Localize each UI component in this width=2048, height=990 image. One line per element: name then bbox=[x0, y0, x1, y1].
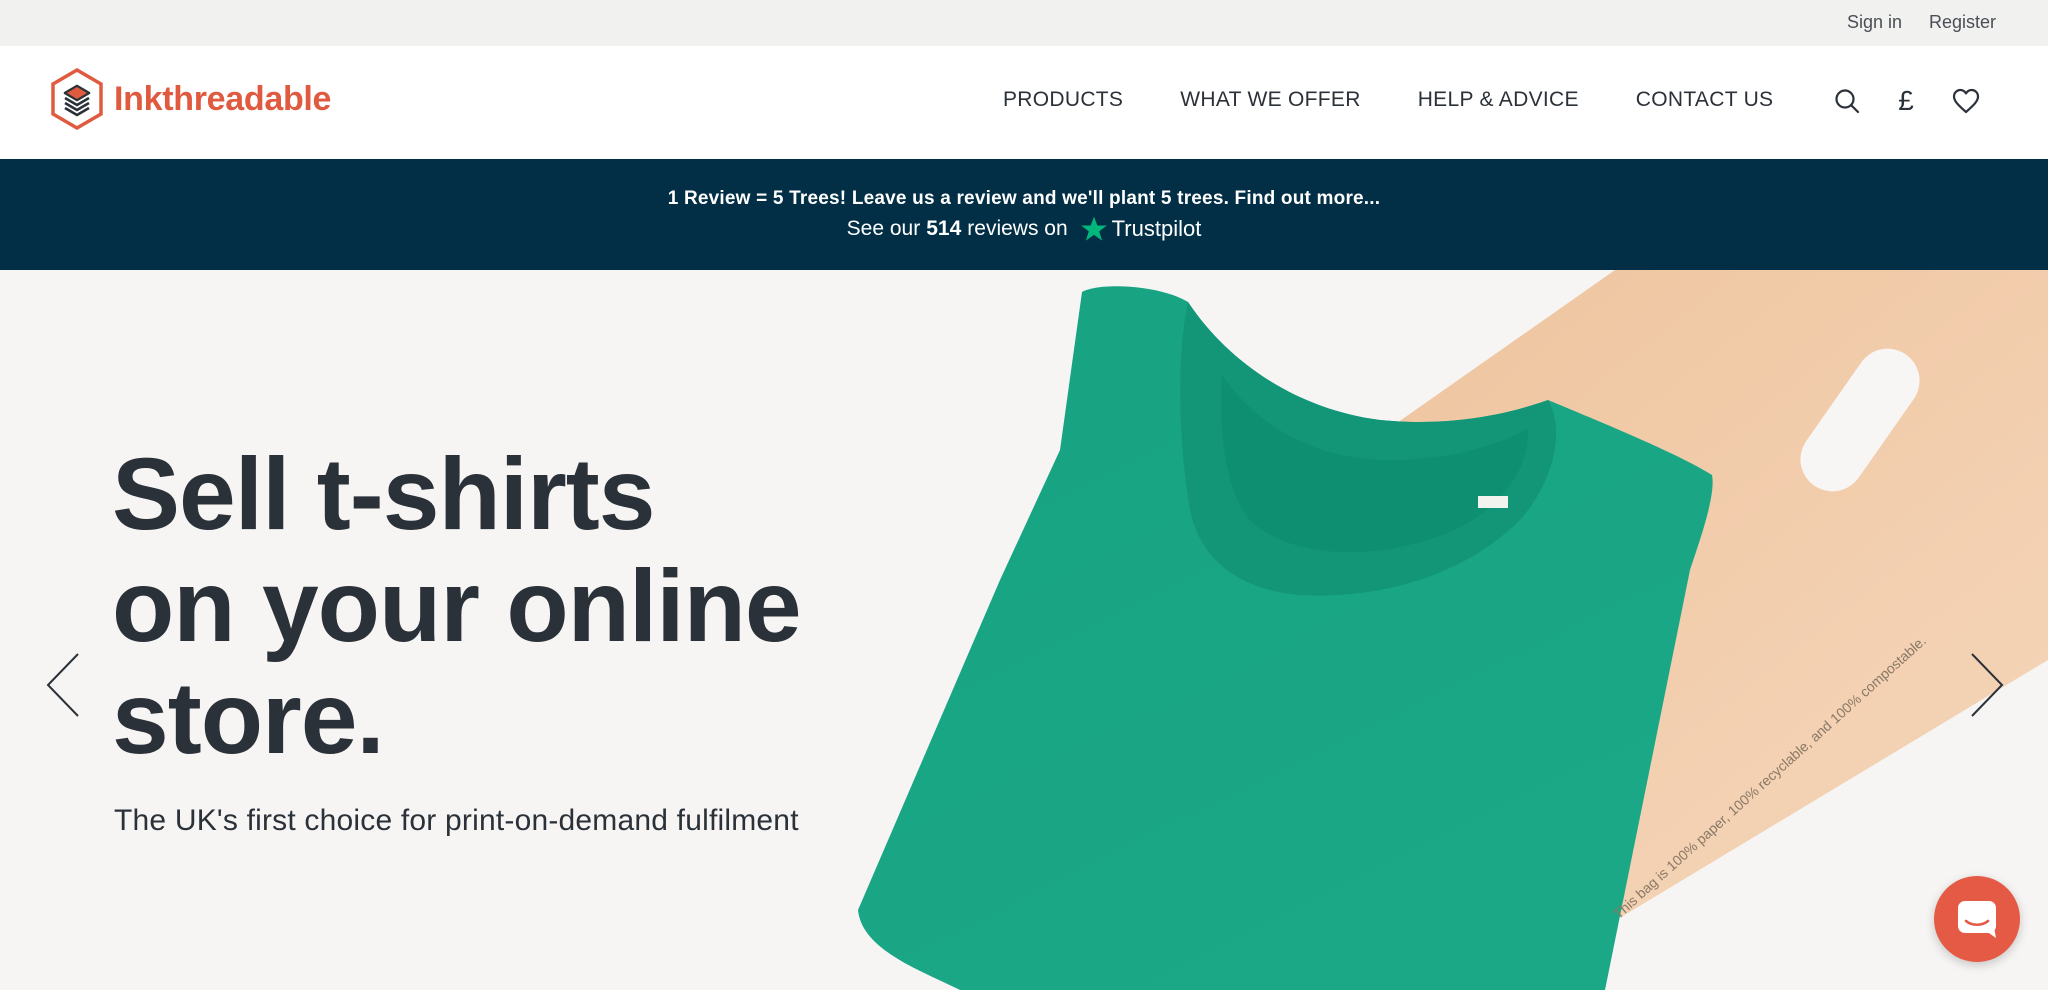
hero-title-line: store. bbox=[112, 661, 385, 775]
chat-icon bbox=[1958, 901, 1996, 938]
trustpilot-widget[interactable]: See our 514 reviews on Trustpilot bbox=[0, 215, 2048, 243]
trustpilot-review-count: 514 bbox=[926, 217, 962, 240]
promo-text: 1 Review = 5 Trees! Leave us a review an… bbox=[667, 188, 1381, 209]
carousel-prev-arrow-icon[interactable] bbox=[44, 650, 84, 720]
promo-banner[interactable]: 1 Review = 5 Trees! Leave us a review an… bbox=[0, 159, 2048, 270]
nav-item-products[interactable]: PRODUCTS bbox=[1003, 88, 1123, 112]
trustpilot-brand: Trustpilot bbox=[1111, 216, 1202, 241]
main-nav: PRODUCTS WHAT WE OFFER HELP & ADVICE CON… bbox=[1003, 88, 1773, 112]
trustpilot-suffix: reviews on bbox=[967, 217, 1068, 240]
hero-carousel: Sell t-shirts on your online store. The … bbox=[0, 270, 2048, 990]
search-icon[interactable] bbox=[1832, 86, 1862, 116]
hero-title-line: Sell t-shirts bbox=[112, 437, 655, 551]
heart-icon[interactable] bbox=[1951, 86, 1981, 116]
register-link[interactable]: Register bbox=[1929, 12, 1996, 33]
currency-selector[interactable]: £ bbox=[1891, 85, 1921, 116]
nav-item-help-advice[interactable]: HELP & ADVICE bbox=[1418, 88, 1579, 112]
logo[interactable]: Inkthreadable bbox=[50, 68, 331, 130]
logo-wordmark: Inkthreadable bbox=[114, 79, 332, 118]
hero-subtitle: The UK's first choice for print-on-deman… bbox=[114, 804, 799, 837]
trustpilot-prefix: See our bbox=[846, 217, 921, 240]
hero-title-line: on your online bbox=[112, 549, 802, 663]
nav-item-contact-us[interactable]: CONTACT US bbox=[1636, 88, 1774, 112]
trustpilot-star-icon bbox=[1080, 216, 1107, 241]
utility-bar: Sign in Register bbox=[0, 0, 2048, 46]
hero-title: Sell t-shirts on your online store. bbox=[112, 437, 802, 775]
carousel-next-arrow-icon[interactable] bbox=[1966, 650, 2006, 720]
site-header: Inkthreadable PRODUCTS WHAT WE OFFER HEL… bbox=[0, 46, 2048, 159]
chat-button[interactable] bbox=[1934, 876, 2020, 962]
logo-mark-icon bbox=[51, 68, 103, 130]
sign-in-link[interactable]: Sign in bbox=[1847, 12, 1902, 33]
nav-item-what-we-offer[interactable]: WHAT WE OFFER bbox=[1180, 88, 1360, 112]
